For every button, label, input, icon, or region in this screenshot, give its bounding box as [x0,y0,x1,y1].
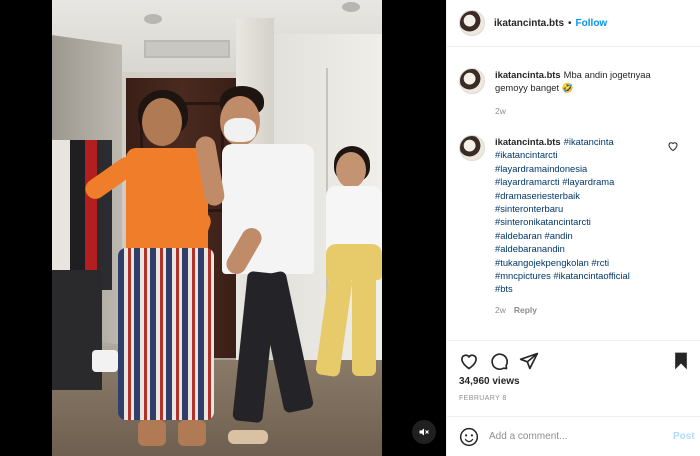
comment-time[interactable]: 2w [495,106,506,116]
avatar[interactable] [459,10,485,36]
hashtag[interactable]: #layardramaindonesia [495,162,667,175]
speaker-muted-icon [419,428,429,436]
hashtag[interactable]: #aldebaran #andin [495,229,667,242]
comment-heart-icon[interactable] [667,140,679,152]
post-side-panel: ikatancinta.bts • Follow ikatancinta.bts… [446,0,700,456]
hashtag[interactable]: #tukangojekpengkolan #rcti [495,256,667,269]
ceiling-light [342,2,360,12]
hashtag[interactable]: #bts [495,282,667,295]
video-frame [52,0,382,456]
laughing-emoji: 🤣 [561,82,574,94]
ceiling-light [144,14,162,24]
mute-button[interactable] [412,420,436,444]
hashtag[interactable]: #sinteronterbaru [495,202,667,215]
avatar[interactable] [459,68,485,94]
share-icon[interactable] [519,351,539,371]
hashtag[interactable]: #sinteronikatancintarcti [495,215,667,228]
comments-list[interactable]: ikatancinta.bts Mba andin jogetnyaa gemoy… [447,48,700,340]
dancer-yellow-pants [310,146,382,396]
video-player[interactable] [0,0,446,456]
hashtag[interactable]: #layardramarcti #layardrama [495,175,667,188]
comment-time[interactable]: 2w [495,305,506,315]
comment-username[interactable]: ikatancinta.bts [495,136,561,147]
post-actions: 34,960 views FEBRUARY 8 [447,340,700,416]
add-comment-bar: Post [447,416,700,456]
hashtag[interactable]: #mncpictures #ikatancintaofficial [495,269,667,282]
post-button[interactable]: Post [673,431,695,442]
separator-dot: • [568,17,572,29]
header-username[interactable]: ikatancinta.bts [494,18,564,29]
hashtag[interactable]: #aldebaranandin [495,242,667,255]
comment-input[interactable] [489,431,659,442]
comment-icon[interactable] [489,351,509,371]
smiley-icon[interactable] [459,427,479,447]
reply-button[interactable]: Reply [514,305,537,315]
comment-username[interactable]: ikatancinta.bts [495,69,561,80]
hashtag-comment: ikatancinta.bts #ikatancinta #ikatancinta… [459,135,667,317]
caption: ikatancinta.bts Mba andin jogetnyaa gemoy… [459,68,667,118]
hashtag[interactable]: #dramaseriesterbaik [495,189,667,202]
ceiling-vent [144,40,230,58]
follow-button[interactable]: Follow [576,18,608,29]
post-header: ikatancinta.bts • Follow [447,0,700,47]
bookmark-icon[interactable] [671,351,691,371]
avatar[interactable] [459,135,485,161]
hashtag[interactable]: #ikatancinta [564,136,614,147]
view-count[interactable]: 34,960 views [459,376,520,387]
post-date[interactable]: FEBRUARY 8 [459,395,507,402]
heart-icon[interactable] [459,351,479,371]
hashtag[interactable]: #ikatancintarcti [495,148,667,161]
